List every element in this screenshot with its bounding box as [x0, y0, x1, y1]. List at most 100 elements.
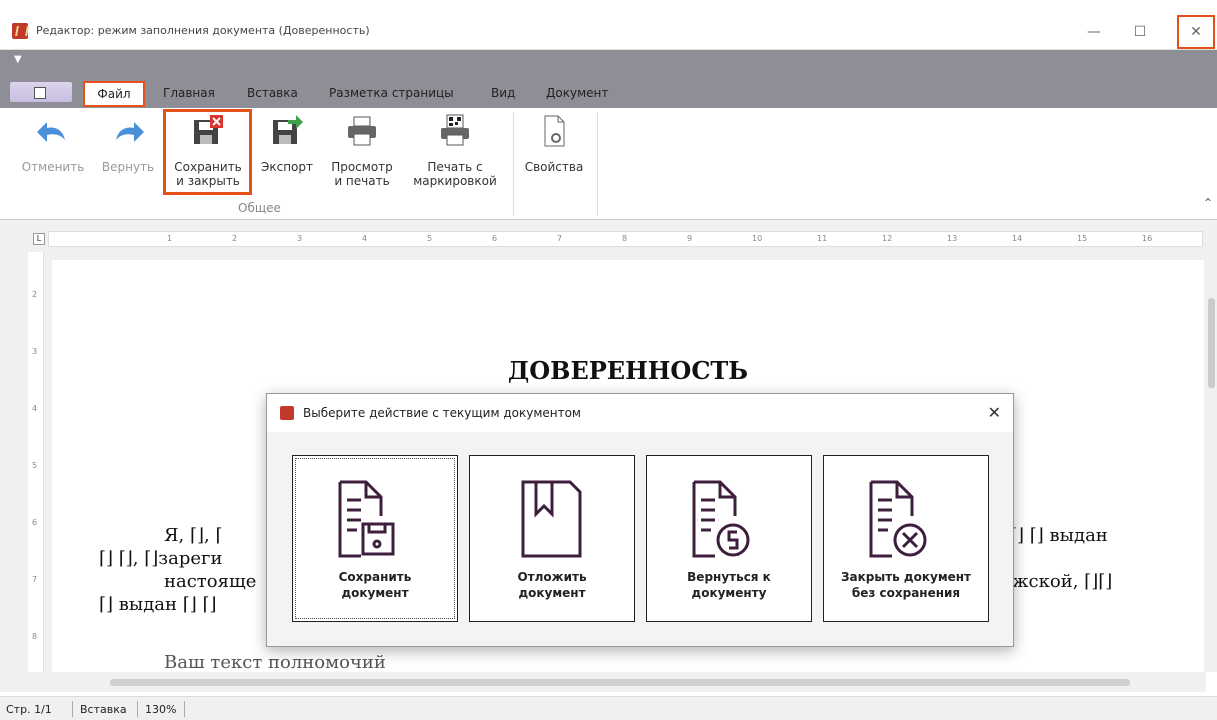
window-title: Редактор: режим заполнения документа (До…: [36, 24, 370, 37]
input-mode[interactable]: Вставка: [80, 703, 127, 716]
horizontal-ruler[interactable]: 1234567891011121314151617: [48, 231, 1217, 247]
print-marked-button[interactable]: Печать с маркировкой: [405, 108, 505, 198]
ruler-number: 8: [32, 632, 38, 641]
postpone-document-option[interactable]: Отложить документ: [469, 455, 635, 622]
export-label: Экспорт: [260, 160, 314, 174]
export-icon: [273, 115, 303, 144]
horizontal-scrollbar[interactable]: [0, 672, 1206, 692]
tab-view[interactable]: Вид: [491, 86, 515, 100]
save-close-icon: [194, 115, 223, 144]
app-menu-button[interactable]: [10, 82, 72, 102]
undo-label: Отменить: [21, 160, 85, 174]
preview-print-label: Просмотр и печать: [331, 160, 393, 188]
title-bar: Редактор: режим заполнения документа (До…: [0, 0, 1217, 50]
scrollbar-thumb[interactable]: [1208, 298, 1215, 388]
option-label: Вернуться к документу: [687, 570, 771, 600]
qr-printer-icon: [441, 114, 469, 146]
ribbon-separator: [513, 112, 514, 216]
status-divider: [137, 701, 138, 717]
collapse-ribbon-icon[interactable]: ⌃: [1203, 196, 1213, 210]
ruler-number: 4: [32, 404, 38, 413]
document-line: настояще: [164, 571, 257, 592]
ribbon-tabs: Файл Главная Вставка Разметка страницы В…: [0, 78, 1217, 108]
ruler-number: 1: [167, 234, 173, 243]
ruler-number: 9: [687, 234, 693, 243]
app-logo-icon: [280, 406, 294, 420]
print-marked-label: Печать с маркировкой: [413, 160, 497, 188]
ruler-number: 2: [232, 234, 238, 243]
ruler-number: 10: [752, 234, 763, 243]
ruler-number: 15: [1077, 234, 1088, 243]
quick-access-toolbar: ▼: [0, 50, 1217, 78]
close-document-icon: [869, 480, 927, 558]
ruler-number: 3: [297, 234, 303, 243]
ruler-number: 16: [1142, 234, 1153, 243]
ruler-number: 5: [32, 461, 38, 470]
tab-stop-selector[interactable]: L: [33, 233, 45, 245]
properties-button[interactable]: Свойства: [518, 108, 590, 198]
dialog-close-icon[interactable]: ✕: [988, 403, 1001, 422]
document-line: жской, ⌈⌋⌈⌋: [1012, 571, 1113, 592]
action-dialog: Выберите действие с текущим документом ✕…: [266, 393, 1014, 647]
vertical-ruler[interactable]: 2 3 4 5 6 7 8: [28, 252, 44, 672]
document-line: Я, ⌈⌋, ⌈: [164, 525, 223, 546]
save-document-icon: [338, 480, 395, 558]
ruler-number: 7: [32, 575, 38, 584]
ruler-number: 5: [427, 234, 433, 243]
ruler-number: 4: [362, 234, 368, 243]
bookmark-document-icon: [521, 480, 582, 558]
close-without-saving-option[interactable]: Закрыть документ без сохранения: [823, 455, 989, 622]
return-document-option[interactable]: Вернуться к документу: [646, 455, 812, 622]
tab-document[interactable]: Документ: [546, 86, 608, 100]
tab-home[interactable]: Главная: [163, 86, 215, 100]
document-line: ⌈⌋ ⌈⌋ выдан: [1010, 525, 1108, 546]
dialog-title: Выберите действие с текущим документом: [303, 406, 581, 420]
left-margin-strip: [0, 252, 28, 672]
group-general-label: Общее: [238, 201, 281, 215]
tab-insert[interactable]: Вставка: [247, 86, 298, 100]
maximize-button[interactable]: ☐: [1117, 14, 1163, 50]
ruler-number: 3: [32, 347, 38, 356]
scrollbar-thumb[interactable]: [110, 679, 1130, 686]
quick-access-dropdown-icon[interactable]: ▼: [14, 54, 22, 65]
option-label: Сохранить документ: [338, 570, 412, 600]
document-line: ⌈⌋ ⌈⌋, ⌈⌋зареги: [99, 548, 223, 569]
ruler-number: 13: [947, 234, 958, 243]
return-document-icon: [692, 480, 750, 558]
status-divider: [72, 701, 73, 717]
minimize-button[interactable]: —: [1071, 14, 1117, 50]
document-line: Ваш текст полномочий: [164, 652, 386, 672]
save-close-label: Сохранить и закрыть: [174, 160, 242, 188]
zoom-level[interactable]: 130%: [145, 703, 176, 716]
save-document-option[interactable]: Сохранить документ: [292, 455, 458, 622]
tab-file[interactable]: Файл: [83, 81, 145, 107]
option-label: Закрыть документ без сохранения: [840, 570, 972, 600]
ruler-number: 6: [492, 234, 498, 243]
dialog-header: Выберите действие с текущим документом ✕: [267, 394, 1013, 432]
close-window-button[interactable]: ✕: [1177, 15, 1215, 49]
page-indicator: Стр. 1/1: [6, 703, 52, 716]
export-button[interactable]: Экспорт: [256, 108, 318, 198]
app-logo-icon: [12, 23, 28, 39]
ruler-number: 14: [1012, 234, 1023, 243]
save-and-close-button[interactable]: Сохранить и закрыть: [166, 108, 250, 198]
document-gear-icon: [544, 115, 565, 147]
properties-label: Свойства: [524, 160, 584, 174]
ruler-number: 12: [882, 234, 893, 243]
option-label: Отложить документ: [517, 570, 587, 600]
redo-icon: [116, 122, 144, 142]
status-divider: [184, 701, 185, 717]
ribbon-separator: [597, 112, 598, 216]
preview-print-button[interactable]: Просмотр и печать: [322, 108, 402, 198]
redo-label: Вернуть: [101, 160, 155, 174]
ruler-number: 7: [557, 234, 563, 243]
vertical-scrollbar[interactable]: [1206, 228, 1217, 672]
ruler-area: L 1234567891011121314151617: [0, 220, 1217, 252]
undo-icon: [37, 122, 65, 142]
ruler-number: 11: [817, 234, 828, 243]
tab-page-layout[interactable]: Разметка страницы: [329, 86, 454, 100]
redo-button[interactable]: Вернуть: [98, 108, 158, 198]
document-line: ⌈⌋ выдан ⌈⌋ ⌈⌋: [99, 594, 217, 615]
undo-button[interactable]: Отменить: [18, 108, 88, 198]
document-heading: ДОВЕРЕННОСТЬ: [507, 356, 749, 385]
